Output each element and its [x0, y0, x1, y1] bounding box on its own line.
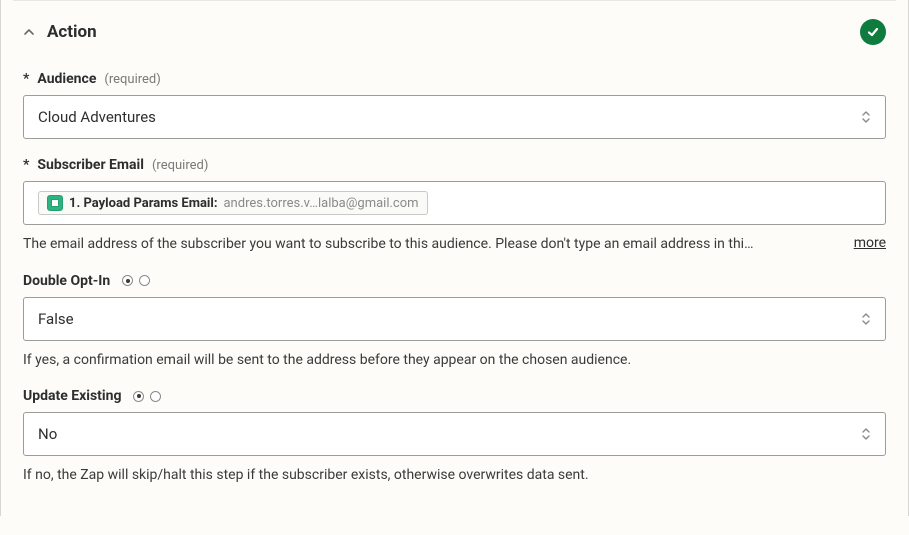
field-audience: * Audience (required) Cloud Adventures: [23, 71, 886, 139]
action-panel: Action * Audience (required) Cloud Adven…: [1, 1, 908, 516]
radio-option-b[interactable]: [150, 391, 161, 402]
chevron-up-icon[interactable]: [23, 25, 37, 39]
double-opt-in-select[interactable]: False: [23, 297, 886, 341]
field-help-text: The email address of the subscriber you …: [23, 235, 753, 255]
step-complete-icon: [860, 19, 886, 45]
updown-icon: [861, 312, 871, 326]
field-help-text: If yes, a confirmation email will be sen…: [23, 351, 886, 371]
radio-option-b[interactable]: [139, 275, 150, 286]
field-label-row: * Audience (required): [23, 71, 886, 87]
field-label: Subscriber Email: [37, 157, 144, 173]
updown-icon: [861, 110, 871, 124]
field-type-radios: [133, 391, 161, 402]
source-app-icon: [47, 195, 63, 211]
field-label: Update Existing: [23, 388, 121, 404]
double-opt-in-value: False: [38, 310, 74, 328]
radio-option-a[interactable]: [133, 391, 144, 402]
audience-value: Cloud Adventures: [38, 108, 156, 126]
radio-option-a[interactable]: [122, 275, 133, 286]
required-star: *: [23, 157, 29, 173]
field-subscriber-email: * Subscriber Email (required) 1. Payload…: [23, 157, 886, 255]
panel-header[interactable]: Action: [23, 19, 886, 45]
updown-icon: [861, 427, 871, 441]
more-link[interactable]: more: [854, 235, 886, 251]
field-label-row: Double Opt-In: [23, 273, 886, 289]
required-text: (required): [104, 72, 160, 87]
pill-value: andres.torres.v…lalba@gmail.com: [223, 196, 418, 211]
field-type-radios: [122, 275, 150, 286]
field-label-row: * Subscriber Email (required): [23, 157, 886, 173]
pill-label: 1. Payload Params Email:: [69, 196, 217, 211]
panel-title: Action: [47, 22, 97, 42]
field-help-text: If no, the Zap will skip/halt this step …: [23, 466, 886, 486]
update-existing-select[interactable]: No: [23, 412, 886, 456]
field-update-existing: Update Existing No If no, the Zap will s…: [23, 388, 886, 486]
required-text: (required): [152, 158, 208, 173]
mapped-field-pill[interactable]: 1. Payload Params Email: andres.torres.v…: [38, 191, 428, 215]
field-double-opt-in: Double Opt-In False If yes, a confirmati…: [23, 273, 886, 371]
update-existing-value: No: [38, 425, 57, 443]
field-label-row: Update Existing: [23, 388, 886, 404]
required-star: *: [23, 71, 29, 87]
subscriber-email-input[interactable]: 1. Payload Params Email: andres.torres.v…: [23, 181, 886, 225]
field-label: Audience: [37, 71, 96, 87]
field-label: Double Opt-In: [23, 273, 110, 289]
audience-select[interactable]: Cloud Adventures: [23, 95, 886, 139]
